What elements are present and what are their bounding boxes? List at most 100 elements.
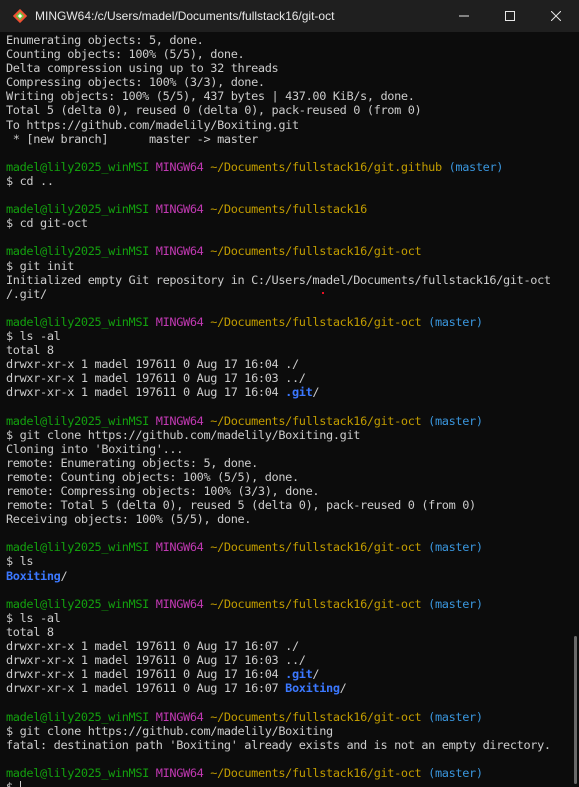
prompt-branch: (master) bbox=[428, 765, 483, 780]
prompt-dollar: $ bbox=[6, 779, 20, 787]
prompt-shell: MINGW64 bbox=[155, 413, 204, 428]
prompt-branch: (master) bbox=[428, 413, 483, 428]
ls-entry-line: drwxr-xr-x 1 madel 197611 0 Aug 17 16:07… bbox=[6, 639, 572, 653]
close-button[interactable] bbox=[533, 0, 579, 32]
output-line: $ cd .. bbox=[6, 174, 572, 188]
ls-entry-line: drwxr-xr-x 1 madel 197611 0 Aug 17 16:03… bbox=[6, 371, 572, 385]
output-line: $ ls bbox=[6, 554, 572, 568]
prompt-path: ~/Documents/fullstack16/git-oct bbox=[210, 709, 422, 724]
ls-entry-meta: drwxr-xr-x 1 madel 197611 0 Aug 17 16:04 bbox=[6, 385, 286, 400]
output-text: total 8 bbox=[6, 343, 54, 358]
maximize-button[interactable] bbox=[487, 0, 533, 32]
output-line: Delta compression using up to 32 threads bbox=[6, 61, 572, 75]
output-text: Delta compression using up to 32 threads bbox=[6, 61, 279, 76]
git-bash-icon bbox=[13, 9, 27, 23]
terminal-window: MINGW64:/c/Users/madel/Documents/fullsta… bbox=[0, 0, 579, 787]
maximize-icon bbox=[505, 11, 515, 21]
prompt-shell: MINGW64 bbox=[155, 596, 204, 611]
ls-entry-suffix: / bbox=[312, 667, 320, 682]
scrollbar-thumb[interactable] bbox=[574, 636, 577, 784]
prompt-path: ~/Documents/fullstack16/git-oct bbox=[210, 765, 422, 780]
prompt-branch: (master) bbox=[428, 709, 483, 724]
ls-entry-line: drwxr-xr-x 1 madel 197611 0 Aug 17 16:07… bbox=[6, 681, 572, 695]
output-text: $ ls -al bbox=[6, 610, 61, 625]
prompt-user-host: madel@lily2025_winMSI bbox=[6, 709, 149, 724]
output-text: $ ls bbox=[6, 554, 34, 569]
prompt-line: madel@lily2025_winMSI MINGW64 ~/Document… bbox=[6, 202, 572, 216]
prompt-line: madel@lily2025_winMSI MINGW64 ~/Document… bbox=[6, 766, 572, 780]
output-line: remote: Total 5 (delta 0), reused 5 (del… bbox=[6, 498, 572, 512]
output-text: $ cd git-oct bbox=[6, 216, 88, 231]
prompt-shell: MINGW64 bbox=[155, 709, 204, 724]
prompt-shell: MINGW64 bbox=[155, 202, 204, 217]
ls-entry-meta: drwxr-xr-x 1 madel 197611 0 Aug 17 16:07 bbox=[6, 681, 286, 696]
prompt-branch: (master) bbox=[428, 314, 483, 329]
output-text: * [new branch] master -> master bbox=[6, 131, 258, 146]
input-line: $ bbox=[6, 780, 572, 787]
output-line: Enumerating objects: 5, done. bbox=[6, 33, 572, 47]
output-line: $ git clone https://github.com/madelily/… bbox=[6, 724, 572, 738]
prompt-path: ~/Documents/fullstack16/git-oct bbox=[210, 596, 422, 611]
title-bar[interactable]: MINGW64:/c/Users/madel/Documents/fullsta… bbox=[0, 0, 579, 32]
ls-entry-line: drwxr-xr-x 1 madel 197611 0 Aug 17 16:04… bbox=[6, 385, 572, 399]
prompt-shell: MINGW64 bbox=[155, 314, 204, 329]
prompt-branch: (master) bbox=[428, 596, 483, 611]
output-line: $ git clone https://github.com/madelily/… bbox=[6, 428, 572, 442]
ls-entry-name: Boxiting bbox=[285, 681, 340, 696]
prompt-path: ~/Documents/fullstack16 bbox=[210, 202, 367, 217]
prompt-user-host: madel@lily2025_winMSI bbox=[6, 765, 149, 780]
prompt-shell: MINGW64 bbox=[155, 159, 204, 174]
output-line: Writing objects: 100% (5/5), 437 bytes |… bbox=[6, 89, 572, 103]
output-text: $ ls -al bbox=[6, 328, 61, 343]
ls-entry-meta: drwxr-xr-x 1 madel 197611 0 Aug 17 16:03 bbox=[6, 371, 286, 386]
output-text: To https://github.com/madelily/Boxiting.… bbox=[6, 117, 299, 132]
prompt-branch: (master) bbox=[448, 159, 504, 174]
output-text: Compressing objects: 100% (3/3), done. bbox=[6, 75, 265, 90]
output-text: remote: Total 5 (delta 0), reused 5 (del… bbox=[6, 498, 476, 513]
prompt-user-host: madel@lily2025_winMSI bbox=[6, 596, 149, 611]
ls-entry-suffix: / bbox=[60, 568, 68, 583]
prompt-line: madel@lily2025_winMSI MINGW64 ~/Document… bbox=[6, 540, 572, 554]
output-text: Cloning into 'Boxiting'... bbox=[6, 441, 184, 456]
prompt-line: madel@lily2025_winMSI MINGW64 ~/Document… bbox=[6, 597, 572, 611]
output-text: Receiving objects: 100% (5/5), done. bbox=[6, 512, 252, 527]
ls-entry-meta: drwxr-xr-x 1 madel 197611 0 Aug 17 16:04 bbox=[6, 667, 286, 682]
prompt-line: madel@lily2025_winMSI MINGW64 ~/Document… bbox=[6, 160, 572, 174]
output-line: $ ls -al bbox=[6, 611, 572, 625]
output-text: Writing objects: 100% (5/5), 437 bytes |… bbox=[6, 89, 415, 104]
ls-entry-line: drwxr-xr-x 1 madel 197611 0 Aug 17 16:04… bbox=[6, 357, 572, 371]
output-text: remote: Counting objects: 100% (5/5), do… bbox=[6, 469, 299, 484]
output-text: $ git clone https://github.com/madelily/… bbox=[6, 427, 361, 442]
prompt-user-host: madel@lily2025_winMSI bbox=[6, 314, 149, 329]
output-line: Initialized empty Git repository in C:/U… bbox=[6, 273, 572, 287]
ls-entry-meta: drwxr-xr-x 1 madel 197611 0 Aug 17 16:04 bbox=[6, 357, 286, 372]
output-text: Total 5 (delta 0), reused 0 (delta 0), p… bbox=[6, 103, 422, 118]
output-line: Receiving objects: 100% (5/5), done. bbox=[6, 512, 572, 526]
output-text: Counting objects: 100% (5/5), done. bbox=[6, 47, 245, 62]
output-line: Total 5 (delta 0), reused 0 (delta 0), p… bbox=[6, 103, 572, 117]
terminal-output[interactable]: Enumerating objects: 5, done. Counting ob… bbox=[6, 33, 572, 787]
ls-entry-line: Boxiting/ bbox=[6, 569, 572, 583]
output-line: * [new branch] master -> master bbox=[6, 132, 572, 146]
minimize-button[interactable] bbox=[441, 0, 487, 32]
prompt-branch: (master) bbox=[428, 540, 483, 555]
output-line: remote: Compressing objects: 100% (3/3),… bbox=[6, 484, 572, 498]
prompt-user-host: madel@lily2025_winMSI bbox=[6, 244, 149, 259]
ls-entry-meta: drwxr-xr-x 1 madel 197611 0 Aug 17 16:03 bbox=[6, 653, 286, 668]
output-line: $ ls -al bbox=[6, 329, 572, 343]
output-text: total 8 bbox=[6, 624, 54, 639]
output-text: Enumerating objects: 5, done. bbox=[6, 33, 204, 47]
prompt-line: madel@lily2025_winMSI MINGW64 ~/Document… bbox=[6, 244, 572, 258]
ls-entry-name: .git bbox=[285, 385, 313, 400]
minimize-icon bbox=[459, 15, 469, 17]
output-text: remote: Compressing objects: 100% (3/3),… bbox=[6, 484, 320, 498]
output-text: fatal: destination path 'Boxiting' alrea… bbox=[6, 737, 551, 752]
ls-entry-suffix: / bbox=[312, 385, 320, 400]
prompt-shell: MINGW64 bbox=[155, 540, 204, 555]
ls-entry-name: ./ bbox=[285, 357, 299, 372]
